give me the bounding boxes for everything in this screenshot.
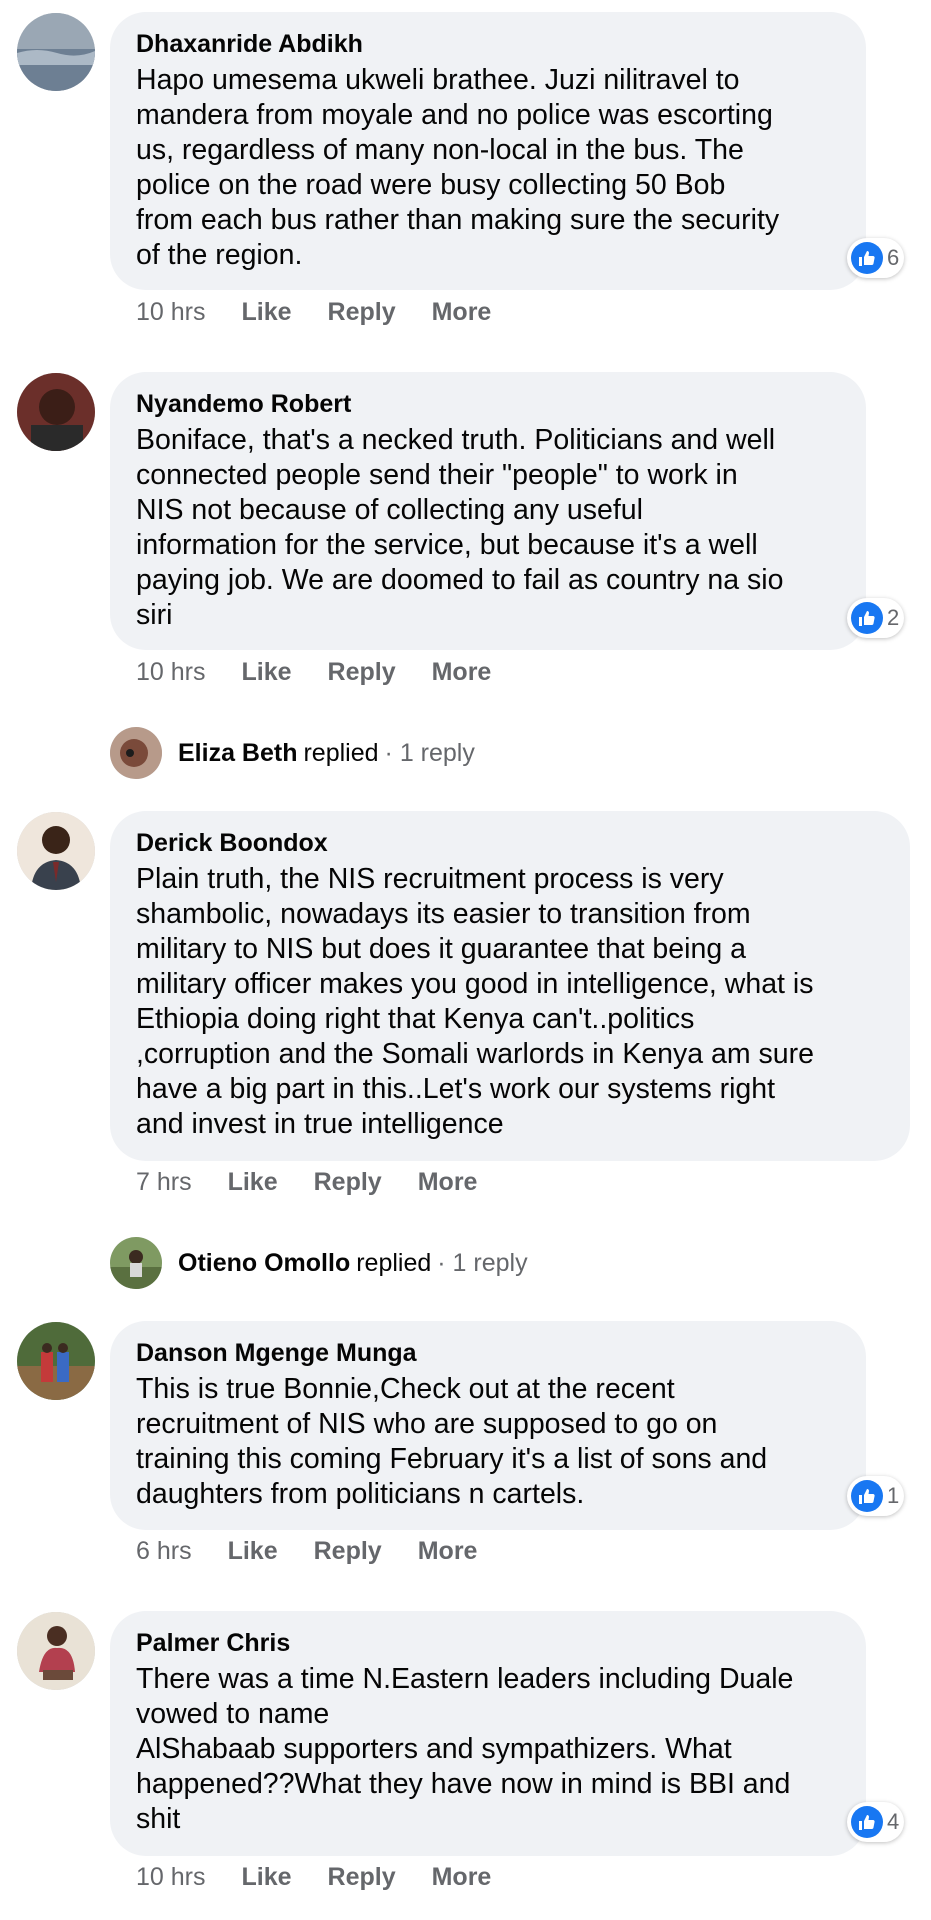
avatar[interactable]	[17, 1612, 95, 1690]
reaction-count-badge[interactable]: 1	[847, 1476, 905, 1516]
comment-bubble[interactable]: Palmer Chris There was a time N.Eastern …	[110, 1611, 866, 1856]
more-button[interactable]: More	[432, 658, 492, 687]
view-replies-link[interactable]: Otieno Omollo replied · 1 reply	[110, 1237, 528, 1289]
more-button[interactable]: More	[432, 298, 492, 327]
comment-timestamp[interactable]: 10 hrs	[136, 1863, 205, 1892]
avatar	[110, 1237, 162, 1289]
comment-author[interactable]: Derick Boondox	[136, 827, 884, 859]
avatar[interactable]	[17, 1322, 95, 1400]
comment-actions: 6 hrs Like Reply More	[136, 1537, 513, 1566]
avatar[interactable]	[17, 812, 95, 890]
reply-button[interactable]: Reply	[328, 1863, 396, 1892]
comment-author[interactable]: Danson Mgenge Munga	[136, 1337, 840, 1369]
like-button[interactable]: Like	[228, 1168, 278, 1197]
avatar[interactable]	[17, 373, 95, 451]
reply-button[interactable]: Reply	[328, 298, 396, 327]
thumbs-up-icon	[851, 242, 883, 274]
reaction-count-badge[interactable]: 4	[847, 1802, 905, 1842]
comment-author[interactable]: Palmer Chris	[136, 1627, 840, 1659]
comment-text: There was a time N.Eastern leaders inclu…	[136, 1663, 794, 1835]
reaction-count-badge[interactable]: 6	[847, 238, 905, 278]
view-replies-link[interactable]: Eliza Beth replied · 1 reply	[110, 727, 475, 779]
replied-label: replied	[356, 1248, 432, 1277]
reaction-count-badge[interactable]: 2	[847, 598, 905, 638]
comment-actions: 7 hrs Like Reply More	[136, 1168, 513, 1197]
comment-text: This is true Bonnie,Check out at the rec…	[136, 1373, 768, 1510]
avatar[interactable]	[17, 13, 95, 91]
thumbs-up-icon	[851, 1480, 883, 1512]
comment-bubble[interactable]: Dhaxanride Abdikh Hapo umesema ukweli br…	[110, 12, 866, 290]
more-button[interactable]: More	[418, 1537, 478, 1566]
more-button[interactable]: More	[418, 1168, 478, 1197]
avatar	[110, 727, 162, 779]
comment-bubble[interactable]: Danson Mgenge Munga This is true Bonnie,…	[110, 1321, 866, 1530]
more-button[interactable]: More	[432, 1863, 492, 1892]
like-button[interactable]: Like	[228, 1537, 278, 1566]
like-button[interactable]: Like	[241, 1863, 291, 1892]
reaction-count: 2	[887, 605, 900, 630]
comment-actions: 10 hrs Like Reply More	[136, 658, 527, 687]
comment-text: Plain truth, the NIS recruitment process…	[136, 863, 815, 1140]
reply-button[interactable]: Reply	[314, 1537, 382, 1566]
reply-count: · 1 reply	[437, 1248, 528, 1277]
like-button[interactable]: Like	[241, 658, 291, 687]
comment-timestamp[interactable]: 10 hrs	[136, 658, 205, 687]
comment-text: Boniface, that's a necked truth. Politic…	[136, 424, 784, 631]
reply-button[interactable]: Reply	[328, 658, 396, 687]
replier-name[interactable]: Otieno Omollo	[178, 1249, 350, 1278]
comment-timestamp[interactable]: 10 hrs	[136, 298, 205, 327]
comment-bubble[interactable]: Derick Boondox Plain truth, the NIS recr…	[110, 811, 910, 1161]
comment-actions: 10 hrs Like Reply More	[136, 1863, 527, 1892]
comment-actions: 10 hrs Like Reply More	[136, 298, 527, 327]
thumbs-up-icon	[851, 1806, 883, 1838]
comment-author[interactable]: Dhaxanride Abdikh	[136, 28, 840, 60]
replier-name[interactable]: Eliza Beth	[178, 739, 297, 768]
comment-timestamp[interactable]: 6 hrs	[136, 1537, 192, 1566]
like-button[interactable]: Like	[241, 298, 291, 327]
replied-label: replied	[303, 738, 379, 767]
thumbs-up-icon	[851, 602, 883, 634]
reaction-count: 6	[887, 245, 900, 270]
comment-text: Hapo umesema ukweli brathee. Juzi nilitr…	[136, 64, 780, 271]
comment-author[interactable]: Nyandemo Robert	[136, 388, 840, 420]
comment-timestamp[interactable]: 7 hrs	[136, 1168, 192, 1197]
reply-button[interactable]: Reply	[314, 1168, 382, 1197]
comment-bubble[interactable]: Nyandemo Robert Boniface, that's a necke…	[110, 372, 866, 650]
reaction-count: 1	[887, 1483, 900, 1508]
reply-count: · 1 reply	[384, 738, 475, 767]
reaction-count: 4	[887, 1809, 900, 1834]
